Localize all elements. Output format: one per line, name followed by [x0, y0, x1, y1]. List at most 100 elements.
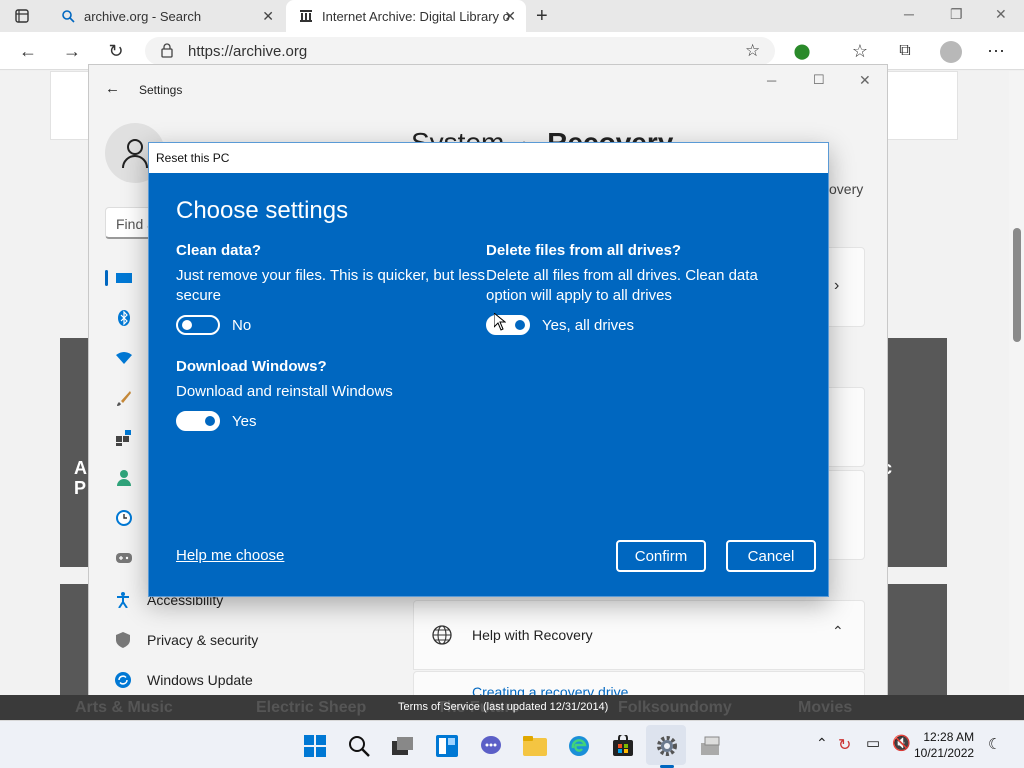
- option-desc-clean-data: Just remove your files. This is quicker,…: [176, 267, 486, 304]
- footer-link[interactable]: Arts & Music: [75, 699, 173, 717]
- archive-footer: Arts & Music Electric Sheep The Future F…: [0, 695, 1024, 720]
- extension-icon[interactable]: ⬤: [792, 41, 812, 61]
- time: 12:28 AM: [923, 730, 975, 744]
- clock[interactable]: 12:28 AM 10/21/2022: [914, 729, 974, 761]
- new-tab-icon[interactable]: +: [536, 5, 548, 28]
- refresh-icon[interactable]: ↻: [106, 41, 126, 61]
- personalization-icon[interactable]: [115, 389, 133, 407]
- restore-icon[interactable]: ❐: [950, 6, 963, 23]
- option-title-delete-all-drives: Delete files from all drives?: [486, 242, 682, 259]
- toggle-knob: [182, 320, 192, 330]
- delete-all-drives-state: Yes, all drives: [542, 317, 634, 334]
- minimize-icon[interactable]: ─: [767, 73, 776, 88]
- notifications-icon[interactable]: ☾: [988, 735, 1001, 753]
- archive-logo-icon: [298, 8, 314, 24]
- maximize-icon[interactable]: ☐: [813, 72, 825, 88]
- tile-text: A P: [74, 458, 87, 498]
- favorites-icon[interactable]: ☆: [850, 41, 870, 61]
- close-icon[interactable]: ✕: [859, 72, 871, 89]
- page-scrollbar[interactable]: [1009, 71, 1024, 720]
- network-icon[interactable]: [115, 349, 133, 367]
- forward-icon[interactable]: →: [62, 41, 82, 61]
- display-icon[interactable]: ▭: [866, 734, 880, 752]
- option-desc-download-windows: Download and reinstall Windows: [176, 383, 393, 400]
- store-icon[interactable]: [610, 733, 636, 759]
- sidebar-item-label: Windows Update: [147, 672, 253, 688]
- close-window-icon[interactable]: ✕: [995, 6, 1007, 23]
- shield-icon: [115, 632, 131, 648]
- edge-icon[interactable]: [566, 733, 592, 759]
- breadcrumb-partial: overy: [829, 181, 864, 197]
- tab-search[interactable]: archive.org - Search ✕: [48, 0, 284, 32]
- download-windows-toggle[interactable]: [176, 411, 220, 431]
- cancel-button[interactable]: Cancel: [726, 540, 816, 572]
- footer-link[interactable]: Movies: [798, 699, 852, 717]
- widgets-icon[interactable]: [434, 733, 460, 759]
- option-desc-delete-all-drives: Delete all files from all drives. Clean …: [486, 267, 758, 304]
- tab-actions-icon[interactable]: [14, 8, 30, 24]
- mouse-cursor-icon: [493, 311, 507, 336]
- update-tray-icon[interactable]: ↻: [838, 735, 851, 755]
- sidebar-item-privacy-security[interactable]: Privacy & security: [105, 625, 258, 655]
- update-icon: [115, 672, 131, 688]
- settings-gear-icon[interactable]: [654, 733, 680, 759]
- chevron-up-icon[interactable]: ⌃: [832, 623, 844, 640]
- dialog-title: Reset this PC: [149, 143, 828, 173]
- scrollbar-thumb[interactable]: [1013, 228, 1021, 342]
- accounts-icon[interactable]: [115, 469, 133, 487]
- content-tile[interactable]: [60, 338, 90, 567]
- sidebar-item-label: Privacy & security: [147, 632, 259, 648]
- more-menu-icon[interactable]: ⋯: [986, 41, 1006, 61]
- settings-title: Settings: [139, 83, 183, 97]
- dialog-body: Choose settings Clean data? Just remove …: [149, 173, 828, 596]
- show-hidden-icons-icon[interactable]: ⌃: [816, 735, 828, 752]
- lock-icon: [161, 43, 173, 63]
- gaming-icon[interactable]: [115, 549, 133, 567]
- terms-of-service-link[interactable]: Terms of Service (last updated 12/31/201…: [398, 701, 608, 713]
- close-tab-icon[interactable]: ✕: [262, 8, 274, 25]
- app-icon[interactable]: [698, 733, 724, 759]
- clean-data-toggle[interactable]: [176, 315, 220, 335]
- clean-data-state: No: [232, 317, 252, 334]
- browser-tab-bar: archive.org - Search ✕ Internet Archive:…: [0, 0, 1024, 32]
- taskbar: ⌃ ↻ ▭ 🔇 12:28 AM 10/21/2022 ☾: [0, 720, 1024, 768]
- toggle-knob: [515, 320, 525, 330]
- accessibility-icon: [115, 592, 131, 608]
- system-icon[interactable]: [115, 269, 133, 287]
- option-title-download-windows: Download Windows?: [176, 358, 327, 375]
- chat-icon[interactable]: [478, 733, 504, 759]
- confirm-button[interactable]: Confirm: [616, 540, 706, 572]
- minimize-icon[interactable]: ─: [904, 6, 914, 22]
- add-favorite-icon[interactable]: ☆: [745, 41, 760, 61]
- help-panel-label: Help with Recovery: [472, 627, 593, 643]
- apps-icon[interactable]: [115, 429, 133, 447]
- footer-link[interactable]: Folksoundomy: [618, 699, 732, 717]
- time-language-icon[interactable]: [115, 509, 133, 527]
- volume-muted-icon[interactable]: 🔇: [892, 734, 911, 752]
- tab-internet-archive[interactable]: Internet Archive: Digital Library o ✕: [286, 0, 526, 32]
- globe-icon: [432, 625, 452, 650]
- help-with-recovery-panel[interactable]: Help with Recovery ⌃: [413, 600, 865, 670]
- help-me-choose-link[interactable]: Help me choose: [176, 547, 284, 564]
- collections-icon[interactable]: ⧉: [895, 41, 915, 61]
- url-field[interactable]: https://archive.org ☆: [145, 37, 775, 65]
- chevron-right-icon: ›: [834, 277, 840, 294]
- back-icon[interactable]: ←: [18, 41, 38, 61]
- footer-link[interactable]: Electric Sheep: [256, 699, 366, 717]
- start-icon[interactable]: [302, 733, 328, 759]
- dialog-heading: Choose settings: [176, 197, 349, 224]
- date: 10/21/2022: [914, 746, 975, 760]
- reset-pc-dialog: Reset this PC Choose settings Clean data…: [148, 142, 829, 597]
- download-windows-state: Yes: [232, 413, 257, 430]
- close-tab-icon[interactable]: ✕: [504, 8, 516, 25]
- profile-avatar[interactable]: [940, 41, 962, 63]
- task-view-icon[interactable]: [390, 733, 416, 759]
- delete-all-drives-toggle[interactable]: [486, 315, 530, 335]
- file-explorer-icon[interactable]: [522, 733, 548, 759]
- help-link-panel: Creating a recovery drive: [413, 671, 865, 695]
- back-icon[interactable]: ←: [105, 80, 120, 97]
- content-tile[interactable]: [60, 584, 90, 704]
- bluetooth-icon[interactable]: [115, 309, 133, 327]
- sidebar-item-windows-update[interactable]: Windows Update: [105, 665, 253, 695]
- search-icon[interactable]: [346, 733, 372, 759]
